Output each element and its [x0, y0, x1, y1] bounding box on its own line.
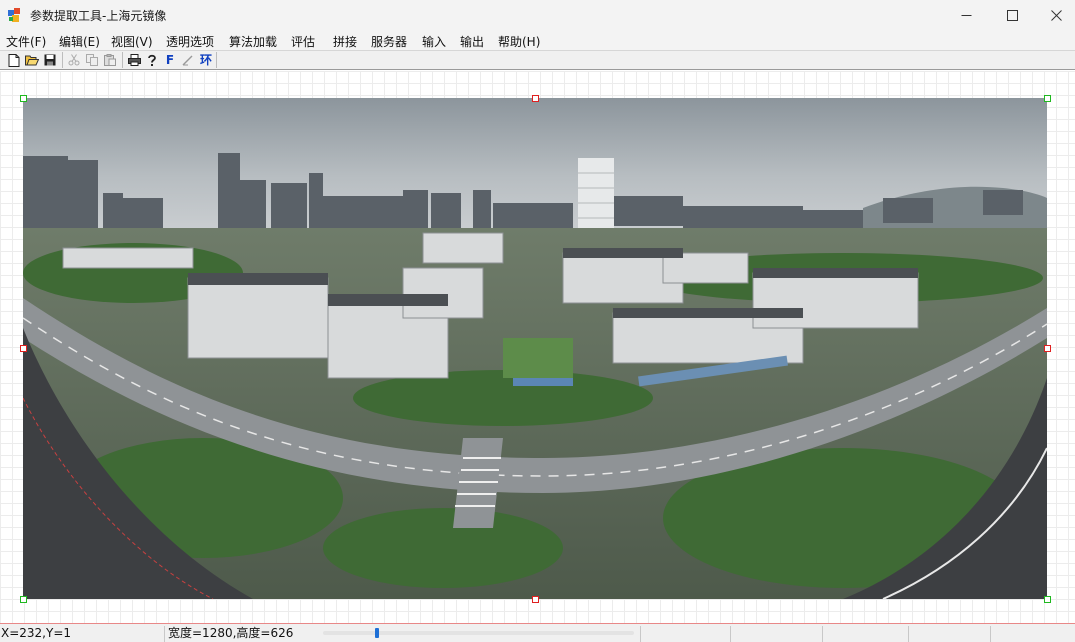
close-button[interactable] — [1033, 0, 1075, 30]
menu-file[interactable]: 文件(F) — [6, 33, 46, 50]
app-icon — [8, 8, 20, 22]
status-divider — [908, 626, 909, 642]
print-button[interactable] — [126, 52, 142, 68]
status-divider — [990, 626, 991, 642]
ring-button-label: 环 — [199, 53, 212, 67]
pen-icon — [182, 55, 193, 66]
handle-bottom-left[interactable] — [20, 596, 27, 603]
menu-edit[interactable]: 编辑(E) — [59, 33, 100, 50]
maximize-button[interactable] — [989, 0, 1035, 30]
handle-top-center[interactable] — [532, 95, 539, 102]
toolbar: F 环 — [0, 51, 1075, 70]
menu-evaluate[interactable]: 评估 — [291, 33, 315, 50]
copy-button[interactable] — [84, 52, 100, 68]
minimize-button[interactable] — [943, 0, 989, 30]
toolbar-separator — [62, 52, 63, 68]
handle-bottom-right[interactable] — [1044, 596, 1051, 603]
print-icon — [127, 54, 141, 66]
open-button[interactable] — [24, 52, 40, 68]
progress-track[interactable] — [323, 631, 634, 635]
cut-icon — [68, 54, 80, 66]
handle-middle-left[interactable] — [20, 345, 27, 352]
handle-top-right[interactable] — [1044, 95, 1051, 102]
minimize-icon — [961, 14, 971, 16]
status-divider — [822, 626, 823, 642]
f-button-label: F — [165, 53, 175, 67]
handle-middle-right[interactable] — [1044, 345, 1051, 352]
help-button[interactable] — [144, 52, 160, 68]
paste-icon — [104, 54, 116, 66]
edit-tool-group — [66, 52, 120, 68]
menu-view[interactable]: 视图(V) — [111, 33, 153, 50]
file-tool-group — [6, 52, 60, 68]
menu-stitch[interactable]: 拼接 — [333, 33, 357, 50]
menu-transparency[interactable]: 透明选项 — [166, 33, 214, 50]
new-file-icon — [8, 53, 20, 67]
pen-button[interactable] — [180, 52, 196, 68]
menu-algorithm[interactable]: 算法加载 — [229, 33, 277, 50]
image-size: 宽度=1280,高度=626 — [168, 626, 294, 640]
panorama-illustration — [23, 98, 1047, 599]
copy-icon — [86, 54, 98, 66]
menu-input[interactable]: 输入 — [422, 33, 446, 50]
open-folder-icon — [25, 55, 39, 66]
cut-button[interactable] — [66, 52, 82, 68]
status-divider — [730, 626, 731, 642]
status-divider — [164, 626, 165, 642]
menu-bar: 文件(F) 编辑(E) 视图(V) 透明选项 算法加载 评估 拼接 服务器 输入… — [0, 30, 1075, 51]
progress-thumb[interactable] — [375, 628, 379, 638]
window-title: 参数提取工具-上海元镜像 — [30, 9, 167, 23]
f-button[interactable]: F — [162, 52, 178, 68]
help-icon — [148, 54, 156, 66]
paste-button[interactable] — [102, 52, 118, 68]
toolbar-separator — [122, 52, 123, 68]
panorama-image — [23, 98, 1047, 599]
misc-tool-group: F 环 — [126, 52, 216, 68]
cursor-coords: X=232,Y=1 — [1, 626, 72, 640]
menu-output[interactable]: 输出 — [460, 33, 484, 50]
save-button[interactable] — [42, 52, 58, 68]
toolbar-separator — [216, 52, 217, 68]
image-canvas[interactable] — [0, 71, 1075, 623]
menu-help[interactable]: 帮助(H) — [498, 33, 540, 50]
handle-bottom-center[interactable] — [532, 596, 539, 603]
ring-button[interactable]: 环 — [198, 52, 214, 68]
close-icon — [1050, 9, 1062, 21]
new-file-button[interactable] — [6, 52, 22, 68]
menu-server[interactable]: 服务器 — [371, 33, 407, 50]
status-bar: X=232,Y=1 宽度=1280,高度=626 — [0, 623, 1075, 642]
status-divider — [640, 626, 641, 642]
handle-top-left[interactable] — [20, 95, 27, 102]
save-icon — [44, 54, 56, 66]
title-bar: 参数提取工具-上海元镜像 — [0, 0, 1075, 30]
maximize-icon — [1006, 9, 1018, 21]
